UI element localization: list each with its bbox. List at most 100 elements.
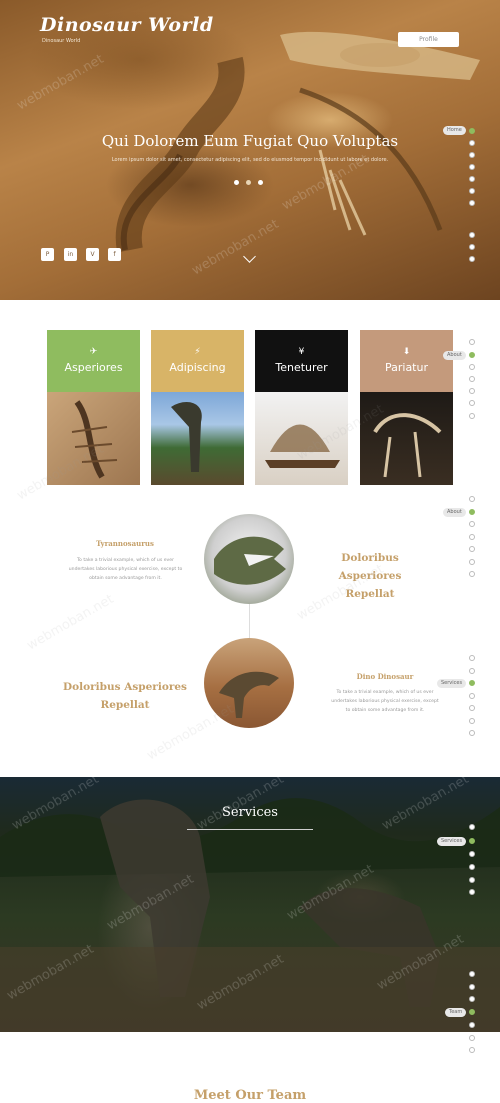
card-header: ¥ Teneturer <box>255 330 348 392</box>
feature-card[interactable]: ¥ Teneturer <box>255 330 348 485</box>
side-nav-label-about: About <box>443 508 466 517</box>
feature-card[interactable]: ✈ Asperiores <box>47 330 140 485</box>
bolt-icon: ⚡ <box>194 347 201 357</box>
title-line: Repellat <box>345 588 395 600</box>
side-nav-dot[interactable] <box>469 971 475 977</box>
feature-card[interactable]: ⬇ Pariatur <box>360 330 453 485</box>
side-nav-dot-team[interactable] <box>469 1009 475 1015</box>
side-nav-dot[interactable] <box>469 232 475 238</box>
title-line: Doloribus Asperiores <box>63 681 187 693</box>
side-nav-dot[interactable] <box>469 824 475 830</box>
dinosaur-image <box>219 671 279 718</box>
dino-portrait <box>204 638 294 728</box>
timeline-right-title: Doloribus Asperiores Repellat <box>320 549 420 603</box>
trex-image <box>214 536 286 585</box>
side-nav-dot-services[interactable] <box>469 680 475 686</box>
card-header: ⬇ Pariatur <box>360 330 453 392</box>
slide-dot-1[interactable] <box>234 180 239 185</box>
card-image <box>360 392 453 485</box>
side-nav-dot[interactable] <box>469 164 475 170</box>
side-nav-dot[interactable] <box>469 364 475 370</box>
feature-card[interactable]: ⚡ Adipiscing <box>151 330 244 485</box>
skeleton-image <box>373 413 442 478</box>
download-icon: ⬇ <box>402 347 411 357</box>
side-nav-dot[interactable] <box>469 388 475 394</box>
side-nav-dot[interactable] <box>469 496 475 502</box>
card-title: Asperiores <box>64 361 123 374</box>
card-image <box>151 392 244 485</box>
side-nav-label-services: Services <box>437 837 467 846</box>
side-nav-dot[interactable] <box>469 140 475 146</box>
slide-dot-3[interactable] <box>258 180 263 185</box>
side-nav-dot[interactable] <box>469 864 475 870</box>
side-nav-label-team: Team <box>445 1008 467 1017</box>
side-nav-dot[interactable] <box>469 176 475 182</box>
side-nav-dot[interactable] <box>469 152 475 158</box>
side-nav-dot[interactable] <box>469 877 475 883</box>
timeline-heading: Dino Dinosaur <box>356 672 414 681</box>
watermark: webmoban.net <box>25 592 117 654</box>
slide-dot-2[interactable] <box>246 180 251 185</box>
side-nav-dot[interactable] <box>469 188 475 194</box>
side-nav-dot-services[interactable] <box>469 838 475 844</box>
dimetrodon-image <box>265 424 340 468</box>
yen-icon: ¥ <box>298 347 305 357</box>
timeline-text: To take a trivial example, which of us e… <box>331 690 439 713</box>
side-nav-dot[interactable] <box>469 996 475 1002</box>
side-nav-dot-home[interactable] <box>469 128 475 134</box>
side-nav-dot[interactable] <box>469 693 475 699</box>
dinosaur-statue-image <box>171 402 202 472</box>
timeline-connector <box>249 600 250 640</box>
side-nav-dot[interactable] <box>469 718 475 724</box>
side-nav-dot[interactable] <box>469 200 475 206</box>
fossil-image <box>71 400 118 479</box>
side-nav-dot[interactable] <box>469 376 475 382</box>
side-nav-dot-about[interactable] <box>469 352 475 358</box>
hero-subtitle: Lorem ipsum dolor sit amet, consectetur … <box>111 157 389 163</box>
side-nav-dot[interactable] <box>469 244 475 250</box>
side-nav-dot[interactable] <box>469 889 475 895</box>
linkedin-icon[interactable]: in <box>64 248 77 261</box>
side-nav-dot[interactable] <box>469 546 475 552</box>
profile-button[interactable]: Profile <box>398 32 459 47</box>
timeline-text: To take a trivial example, which of us e… <box>68 558 183 581</box>
title-line: Doloribus Asperiores <box>338 552 402 582</box>
side-nav-dot[interactable] <box>469 1035 475 1041</box>
side-nav-dot[interactable] <box>469 705 475 711</box>
facebook-icon[interactable]: f <box>108 248 121 261</box>
side-nav-dot[interactable] <box>469 534 475 540</box>
side-nav-label-home: Home <box>443 126 466 135</box>
trex-portrait <box>204 514 294 604</box>
hero-title: Qui Dolorem Eum Fugiat Quo Voluptas <box>101 132 399 150</box>
side-nav-dot[interactable] <box>469 655 475 661</box>
side-nav-dot-about[interactable] <box>469 509 475 515</box>
card-title: Pariatur <box>384 361 428 374</box>
side-nav-dot[interactable] <box>469 521 475 527</box>
title-divider <box>187 829 313 830</box>
timeline-heading: Tyrannosaurus <box>96 539 154 548</box>
services-title: Services <box>222 805 278 820</box>
side-nav-dot[interactable] <box>469 1022 475 1028</box>
side-nav-dot[interactable] <box>469 413 475 419</box>
pinterest-icon[interactable]: P <box>41 248 54 261</box>
side-nav-dot[interactable] <box>469 984 475 990</box>
card-header: ✈ Asperiores <box>47 330 140 392</box>
side-nav-dot[interactable] <box>469 559 475 565</box>
timeline-left-title: Doloribus Asperiores Repellat <box>60 678 190 714</box>
brand-logo[interactable]: Dinosaur World <box>40 14 214 36</box>
side-nav-dot[interactable] <box>469 571 475 577</box>
team-title: Meet Our Team <box>193 1088 307 1103</box>
side-nav-dot[interactable] <box>469 668 475 674</box>
brand-tagline: Dinosaur World <box>42 38 81 44</box>
side-nav-dot[interactable] <box>469 1047 475 1053</box>
side-nav-dot[interactable] <box>469 339 475 345</box>
hero-section: Dinosaur World Dinosaur World Profile Qu… <box>0 0 500 300</box>
side-nav-dot[interactable] <box>469 256 475 262</box>
vimeo-icon[interactable]: V <box>86 248 99 261</box>
side-nav-dot[interactable] <box>469 851 475 857</box>
card-header: ⚡ Adipiscing <box>151 330 244 392</box>
side-nav-label-services: Services <box>437 679 467 688</box>
side-nav-dot[interactable] <box>469 400 475 406</box>
side-nav-dot[interactable] <box>469 730 475 736</box>
card-image <box>255 392 348 485</box>
